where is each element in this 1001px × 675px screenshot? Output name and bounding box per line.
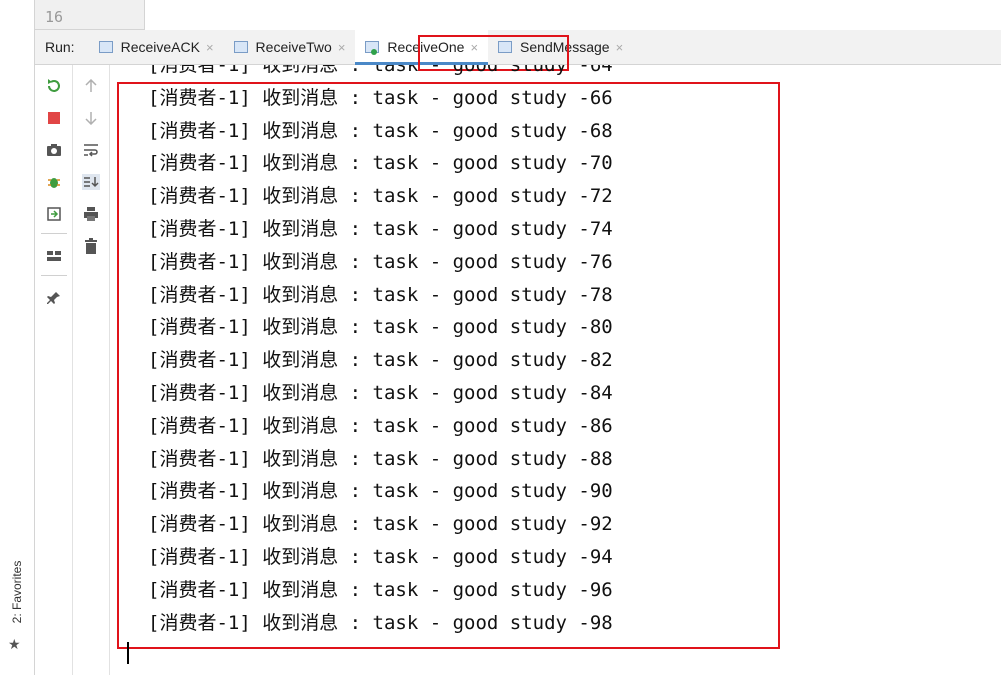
close-icon[interactable]: × (470, 40, 478, 55)
console-icon (233, 41, 248, 53)
console-line: [消费者-1] 收到消息 : task - good study -86 (148, 414, 613, 437)
close-icon[interactable]: × (338, 40, 346, 55)
scroll-down-icon[interactable] (73, 107, 109, 129)
console-running-icon (365, 41, 380, 55)
tab-receive-ack[interactable]: ReceiveACK × (89, 30, 224, 65)
editor-gutter: 16 (35, 0, 145, 30)
clear-all-icon[interactable] (73, 235, 109, 257)
stop-icon[interactable] (35, 107, 72, 129)
console-icon (498, 41, 513, 53)
line-number: 16 (45, 8, 64, 26)
console-line: [消费者-1] 收到消息 : task - good study -68 (148, 119, 613, 142)
favorites-strip: 2: Favorites ★ (0, 0, 35, 675)
soft-wrap-icon[interactable] (73, 139, 109, 161)
restore-layout-icon[interactable] (35, 203, 72, 225)
console-line: [消费者-1] 收到消息 : task - good study -92 (148, 513, 613, 536)
run-tab-bar: Run: ReceiveACK × ReceiveTwo × ReceiveOn… (35, 29, 1001, 65)
run-toolbar-secondary (73, 65, 110, 675)
scroll-to-end-icon[interactable] (73, 171, 109, 193)
favorites-tool-button[interactable]: 2: Favorites (6, 552, 28, 632)
tab-receive-two[interactable]: ReceiveTwo × (224, 30, 356, 65)
console-line: [消费者-1] 收到消息 : task - good study -94 (148, 545, 613, 568)
tab-label: SendMessage (520, 39, 610, 55)
debug-icon[interactable] (35, 171, 72, 193)
close-icon[interactable]: × (616, 40, 624, 55)
run-label: Run: (45, 39, 75, 55)
console-line: [消费者-1] 收到消息 : task - good study -70 (148, 152, 613, 175)
console-line: [消费者-1] 收到消息 : task - good study -82 (148, 349, 613, 372)
console-line: [消费者-1] 收到消息 : task - good study -80 (148, 316, 613, 339)
pin-icon[interactable] (35, 287, 72, 309)
tab-label: ReceiveACK (120, 39, 200, 55)
star-icon[interactable]: ★ (8, 636, 21, 653)
console-output[interactable]: [消费者-1] 收到消息 : task - good study -64 [消费… (111, 65, 1001, 675)
print-icon[interactable] (73, 203, 109, 225)
console-line: [消费者-1] 收到消息 : task - good study -78 (148, 283, 613, 306)
scroll-up-icon[interactable] (73, 75, 109, 97)
console-line: [消费者-1] 收到消息 : task - good study -72 (148, 185, 613, 208)
console-icon (98, 41, 113, 53)
console-lines: [消费者-1] 收到消息 : task - good study -64 [消费… (148, 65, 613, 639)
console-line: [消费者-1] 收到消息 : task - good study -88 (148, 447, 613, 470)
console-line: [消费者-1] 收到消息 : task - good study -64 (148, 65, 613, 76)
console-line: [消费者-1] 收到消息 : task - good study -96 (148, 578, 613, 601)
tab-label: ReceiveOne (387, 39, 465, 55)
console-line: [消费者-1] 收到消息 : task - good study -76 (148, 250, 613, 273)
console-line: [消费者-1] 收到消息 : task - good study -84 (148, 381, 613, 404)
tab-send-message[interactable]: SendMessage × (488, 30, 633, 65)
camera-icon[interactable] (35, 139, 72, 161)
console-line: [消费者-1] 收到消息 : task - good study -66 (148, 86, 613, 109)
run-toolbar-primary (35, 65, 73, 675)
console-line: [消费者-1] 收到消息 : task - good study -98 (148, 611, 613, 634)
tab-receive-one[interactable]: ReceiveOne × (355, 29, 489, 65)
favorites-label: 2: Favorites (10, 560, 24, 624)
console-line: [消费者-1] 收到消息 : task - good study -90 (148, 480, 613, 503)
layout-icon[interactable] (35, 245, 72, 267)
rerun-icon[interactable] (35, 75, 72, 97)
tab-label: ReceiveTwo (255, 39, 332, 55)
text-caret (127, 642, 129, 664)
console-line: [消费者-1] 收到消息 : task - good study -74 (148, 217, 613, 240)
close-icon[interactable]: × (206, 40, 214, 55)
